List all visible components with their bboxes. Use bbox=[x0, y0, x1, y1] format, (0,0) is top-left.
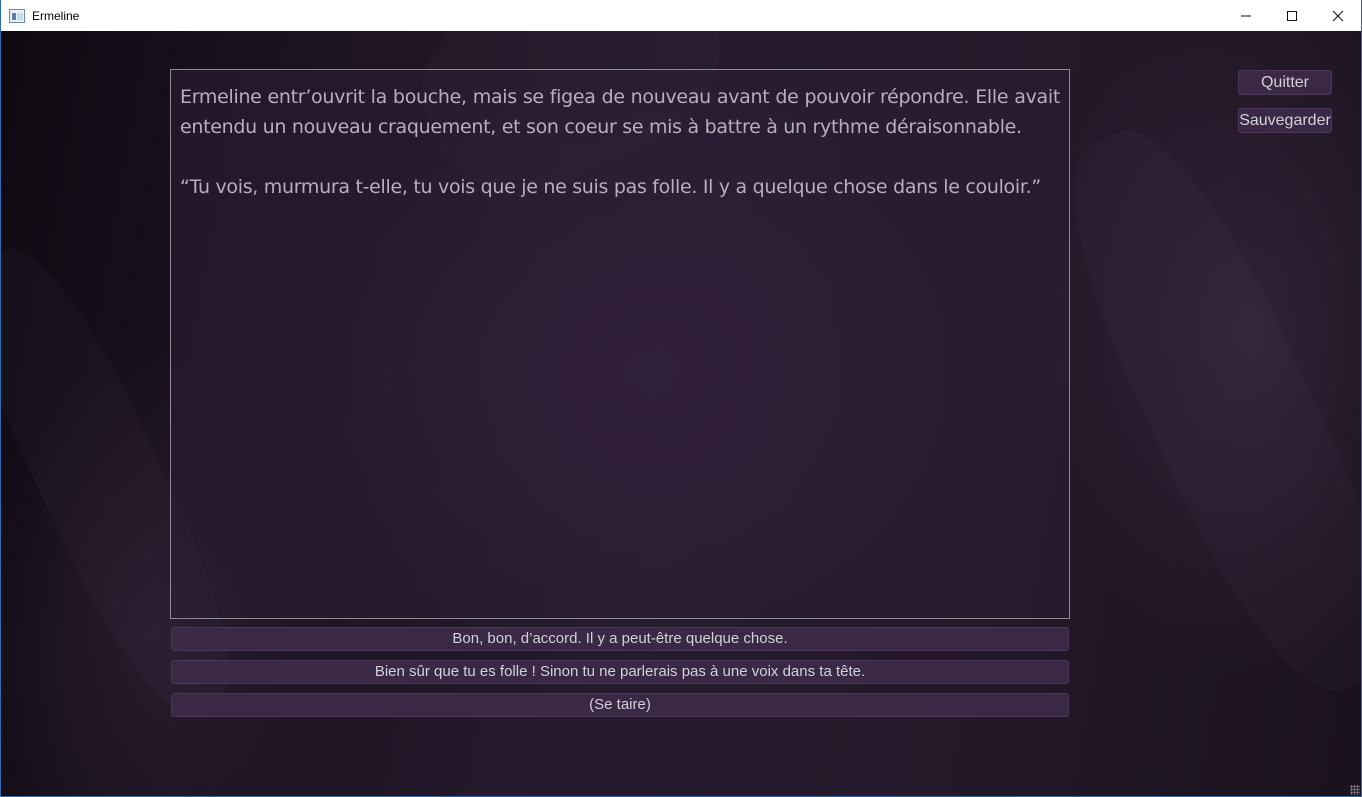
story-paragraph: “Tu vois, murmura t-elle, tu vois que je… bbox=[180, 176, 1041, 198]
minimize-icon bbox=[1241, 15, 1251, 16]
window-title: Ermeline bbox=[32, 8, 80, 23]
app-window: Ermeline Ermeline entr’ouvrit la bouche,… bbox=[0, 0, 1362, 797]
title-bar[interactable]: Ermeline bbox=[1, 0, 1361, 31]
minimize-button[interactable] bbox=[1223, 0, 1269, 31]
close-icon bbox=[1332, 10, 1344, 21]
resize-grip-icon[interactable] bbox=[1350, 785, 1360, 795]
close-button[interactable] bbox=[1315, 0, 1361, 31]
maximize-button[interactable] bbox=[1269, 0, 1315, 31]
window-controls bbox=[1223, 0, 1361, 31]
choice-button[interactable]: (Se taire) bbox=[171, 693, 1069, 717]
choice-button[interactable]: Bon, bon, d’accord. Il y a peut-être que… bbox=[171, 627, 1069, 651]
app-icon bbox=[9, 8, 25, 23]
background-texture bbox=[1031, 105, 1361, 717]
maximize-icon bbox=[1287, 10, 1297, 21]
story-paragraph: Ermeline entr’ouvrit la bouche, mais se … bbox=[180, 86, 1060, 138]
save-button[interactable]: Sauvegarder bbox=[1238, 108, 1332, 133]
game-area: Ermeline entr’ouvrit la bouche, mais se … bbox=[1, 31, 1361, 796]
quit-button[interactable]: Quitter bbox=[1238, 70, 1332, 95]
choice-button[interactable]: Bien sûr que tu es folle ! Sinon tu ne p… bbox=[171, 660, 1069, 684]
story-text-box: Ermeline entr’ouvrit la bouche, mais se … bbox=[170, 69, 1070, 619]
